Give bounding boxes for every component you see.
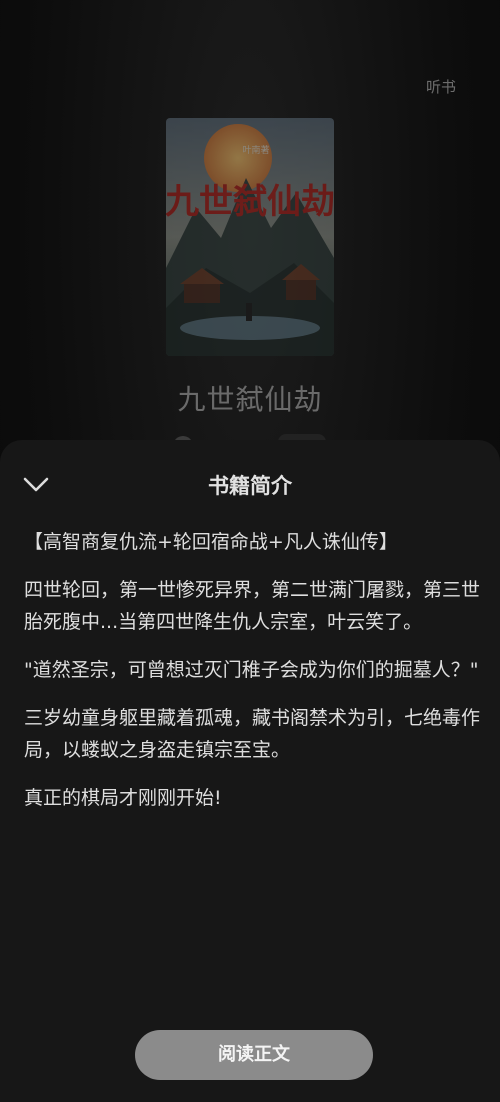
read-button[interactable]: 阅读正文 [135, 1030, 373, 1080]
desc-paragraph-1: 四世轮回，第一世惨死异界，第二世满门屠戮，第三世胎死腹中...当第四世降生仇人宗… [24, 579, 481, 633]
description-text: 【高智商复仇流+轮回宿命战+凡人诛仙传】 四世轮回，第一世惨死异界，第二世满门屠… [24, 526, 480, 830]
sheet-header: 书籍简介 [0, 440, 500, 534]
desc-paragraph-2: "道然圣宗，可曾想过灭门稚子会成为你们的掘墓人？" [24, 659, 479, 681]
listen-button[interactable]: 听书 [426, 76, 456, 97]
cover-title-text: 九世弑仙劫 [166, 182, 334, 222]
desc-paragraph-4: 真正的棋局才刚刚开始! [24, 787, 222, 809]
desc-paragraph-3: 三岁幼童身躯里藏着孤魂，藏书阁禁术为引，七绝毒作局，以蝼蚁之身盗走镇宗至宝。 [24, 707, 481, 761]
desc-paragraph-tags: 【高智商复仇流+轮回宿命战+凡人诛仙传】 [24, 531, 398, 553]
description-sheet: 书籍简介 【高智商复仇流+轮回宿命战+凡人诛仙传】 四世轮回，第一世惨死异界，第… [0, 440, 500, 1102]
book-title: 九世弑仙劫 [177, 383, 323, 416]
cover-title-art: 九世弑仙劫 [166, 182, 334, 222]
sheet-title: 书籍简介 [208, 474, 292, 498]
cover-author-text: 叶南著 [242, 144, 269, 156]
book-cover[interactable]: 九世弑仙劫 叶南著 [166, 118, 334, 356]
